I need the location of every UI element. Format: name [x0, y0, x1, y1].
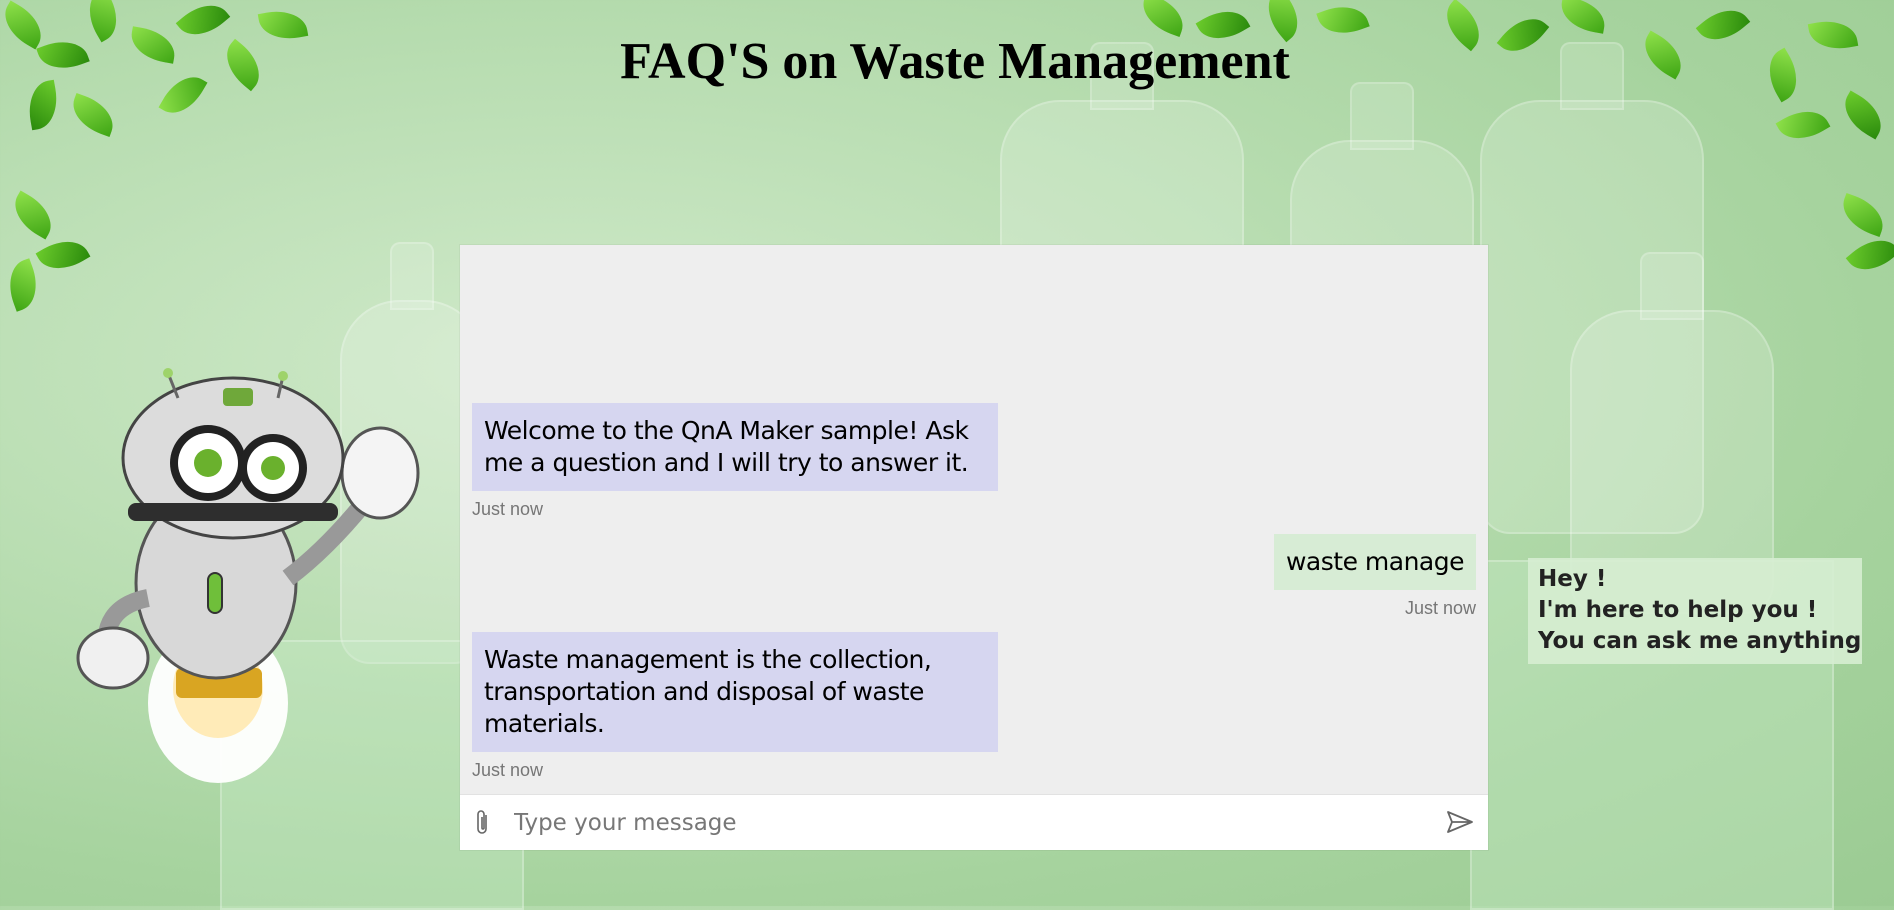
user-message: waste manage	[1273, 534, 1476, 590]
bot-message: Welcome to the QnA Maker sample! Ask me …	[472, 403, 998, 491]
robot-mascot-image	[76, 368, 420, 783]
page-title: FAQ'S on Waste Management	[620, 33, 1290, 90]
message-timestamp: Just now	[1404, 598, 1476, 618]
message-timestamp: Just now	[472, 499, 544, 519]
message-input[interactable]	[512, 803, 1416, 843]
bot-message: Waste management is the collection, tran…	[472, 632, 998, 752]
message-timestamp: Just now	[472, 760, 544, 780]
helper-line: Hey !	[1538, 566, 1607, 592]
message-input-bar	[460, 794, 1488, 850]
send-icon[interactable]	[1446, 810, 1474, 834]
paperclip-icon[interactable]	[474, 809, 492, 837]
chat-window: Welcome to the QnA Maker sample! Ask me …	[460, 245, 1488, 850]
helper-line: I'm here to help you !	[1538, 597, 1818, 623]
helper-line: You can ask me anything	[1538, 628, 1862, 654]
helper-greeting-box: Hey ! I'm here to help you ! You can ask…	[1528, 558, 1862, 664]
